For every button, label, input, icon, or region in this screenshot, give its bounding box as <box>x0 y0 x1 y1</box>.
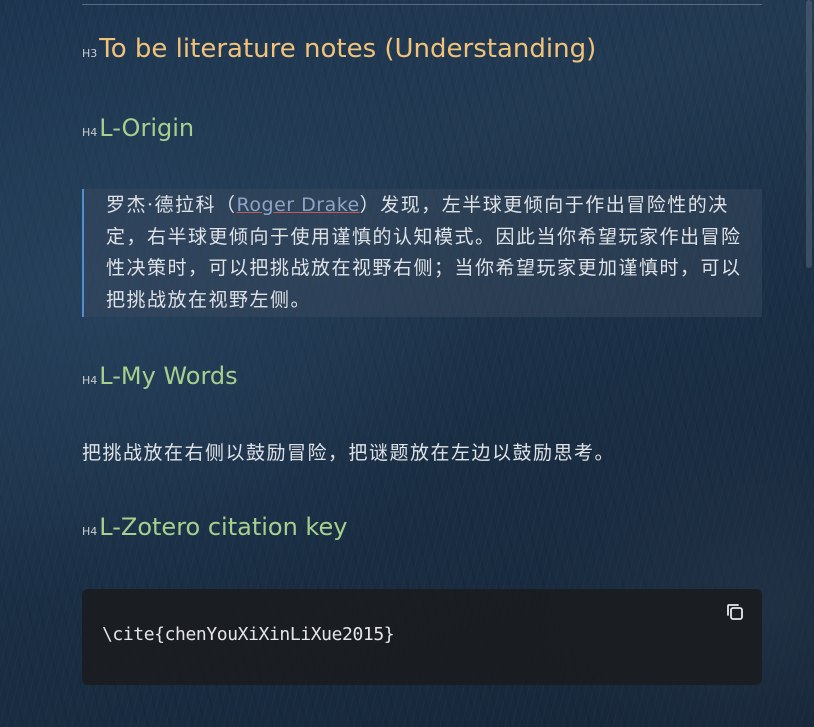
heading-level-tag: H3 <box>82 47 98 60</box>
heading-level-tag: H4 <box>82 374 98 387</box>
citation-code: \cite{chenYouXiXinLiXue2015} <box>102 624 395 645</box>
my-words-paragraph: 把挑战放在右侧以鼓励冒险，把谜题放在左边以鼓励思考。 <box>82 442 616 464</box>
copy-code-button[interactable] <box>722 599 748 625</box>
copy-icon <box>727 604 743 620</box>
heading-level-tag: H4 <box>82 525 98 538</box>
heading-text: L-Origin <box>99 114 195 142</box>
blockquote: 罗杰·德拉科（Roger Drake）发现，左半球更倾向于作出冒险性的决定，右半… <box>82 189 762 317</box>
heading-my-words: H4L-My Words <box>82 362 238 390</box>
horizontal-rule <box>82 4 762 5</box>
heading-text: L-Zotero citation key <box>99 513 348 541</box>
heading-literature-notes: H3To be literature notes (Understanding) <box>82 34 596 64</box>
quote-prefix: 罗杰·德拉科（ <box>106 194 237 216</box>
vertical-scrollbar[interactable] <box>806 0 812 268</box>
blockquote-text: 罗杰·德拉科（Roger Drake）发现，左半球更倾向于作出冒险性的决定，右半… <box>106 190 758 316</box>
heading-origin: H4L-Origin <box>82 114 194 142</box>
heading-level-tag: H4 <box>82 126 98 139</box>
roger-drake-link[interactable]: Roger Drake <box>237 194 360 216</box>
heading-text: To be literature notes (Understanding) <box>99 34 597 64</box>
heading-text: L-My Words <box>99 362 238 390</box>
heading-zotero-citation-key: H4L-Zotero citation key <box>82 513 347 541</box>
code-block: \cite{chenYouXiXinLiXue2015} <box>82 589 762 685</box>
